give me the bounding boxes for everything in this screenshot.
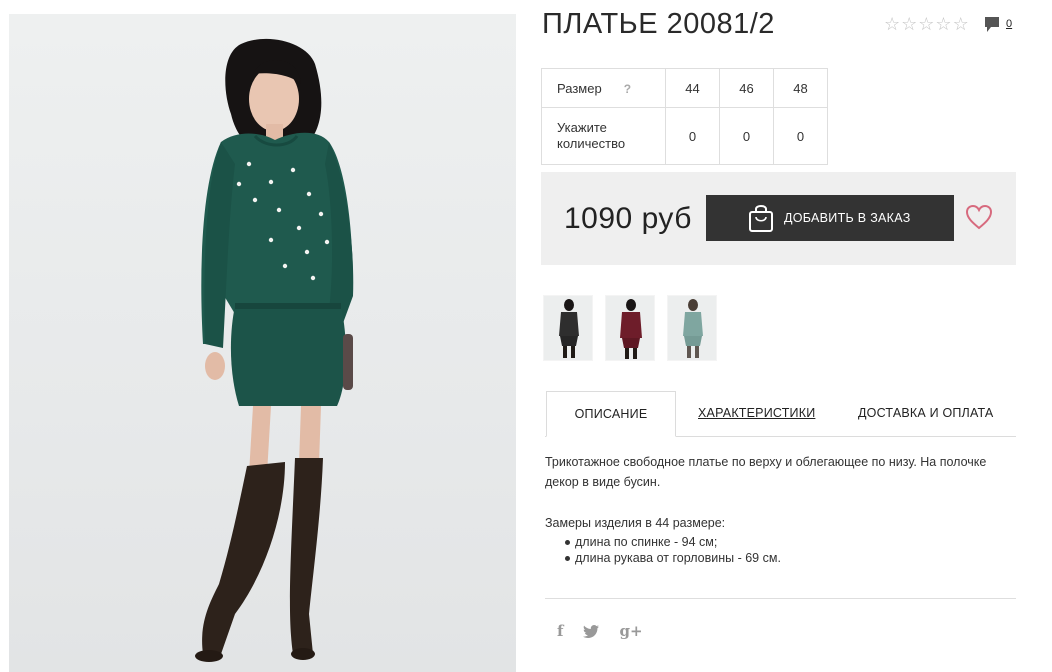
comments-count-link[interactable]: 0 xyxy=(1006,16,1012,32)
quantity-label: Укажите количество xyxy=(541,107,666,165)
size-option[interactable]: 48 xyxy=(773,68,828,108)
quantity-label-line2: количество xyxy=(557,136,626,151)
star-icon[interactable]: ☆ xyxy=(918,14,934,34)
buy-panel: 1090 руб ДОБАВИТЬ В ЗАКАЗ xyxy=(541,172,1016,265)
comment-icon xyxy=(985,17,999,32)
color-thumbnails xyxy=(543,295,717,361)
size-table: Размер? 44 46 48 Укажите количество 0 0 … xyxy=(541,68,828,165)
size-option[interactable]: 46 xyxy=(719,68,774,108)
thumbnail-mint[interactable] xyxy=(667,295,717,361)
rating-stars[interactable]: ☆ ☆ ☆ ☆ ☆ xyxy=(884,14,969,34)
comments[interactable]: 0 xyxy=(984,16,1012,34)
quantity-input[interactable]: 0 xyxy=(719,107,774,165)
star-icon[interactable]: ☆ xyxy=(884,14,900,34)
social-share: f g+ xyxy=(557,622,643,640)
size-help-icon[interactable]: ? xyxy=(624,82,631,96)
main-product-photo[interactable] xyxy=(9,14,516,672)
thumbnail-burgundy[interactable] xyxy=(605,295,655,361)
add-to-order-label: ДОБАВИТЬ В ЗАКАЗ xyxy=(784,211,911,225)
product-description: Трикотажное свободное платье по верху и … xyxy=(545,452,1020,566)
thumbnail-black[interactable] xyxy=(543,295,593,361)
size-label-text: Размер xyxy=(557,80,602,96)
product-title: ПЛАТЬЕ 20081/2 xyxy=(542,8,775,40)
divider xyxy=(545,598,1016,599)
description-text: Трикотажное свободное платье по верху и … xyxy=(545,455,987,489)
shopping-bag-icon xyxy=(749,205,773,232)
measurements-title: Замеры изделия в 44 размере: xyxy=(545,516,726,530)
list-item: длина по спинке - 94 см; xyxy=(565,534,1020,550)
quantity-input[interactable]: 0 xyxy=(665,107,720,165)
heart-icon[interactable] xyxy=(965,204,993,230)
twitter-icon[interactable] xyxy=(583,624,600,638)
star-icon[interactable]: ☆ xyxy=(935,14,951,34)
star-icon[interactable]: ☆ xyxy=(953,14,969,34)
star-icon[interactable]: ☆ xyxy=(901,14,917,34)
price: 1090 руб xyxy=(564,202,692,235)
tab-delivery-payment[interactable]: ДОСТАВКА И ОПЛАТА xyxy=(858,391,993,435)
add-to-order-button[interactable]: ДОБАВИТЬ В ЗАКАЗ xyxy=(706,195,954,241)
google-plus-icon[interactable]: g+ xyxy=(619,622,642,640)
quantity-label-line1: Укажите xyxy=(557,120,607,135)
list-item: длина рукава от горловины - 69 см. xyxy=(565,550,1020,566)
facebook-icon[interactable]: f xyxy=(557,622,563,640)
size-option[interactable]: 44 xyxy=(665,68,720,108)
tab-description[interactable]: ОПИСАНИЕ xyxy=(546,391,676,437)
tab-characteristics[interactable]: ХАРАКТЕРИСТИКИ xyxy=(698,391,815,435)
measurements-list: длина по спинке - 94 см; длина рукава от… xyxy=(545,534,1020,566)
product-tabs: ОПИСАНИЕ ХАРАКТЕРИСТИКИ ДОСТАВКА И ОПЛАТ… xyxy=(545,391,1016,437)
size-label: Размер? xyxy=(541,68,666,108)
quantity-input[interactable]: 0 xyxy=(773,107,828,165)
